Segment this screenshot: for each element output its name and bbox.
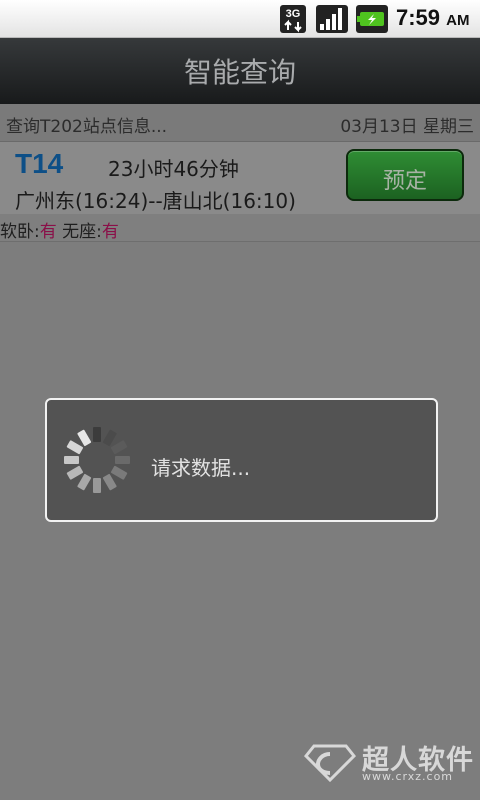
spinner-spoke xyxy=(66,440,84,455)
book-button-label: 预定 xyxy=(382,169,427,194)
spinner-spoke xyxy=(102,429,117,447)
seat-status: 有 xyxy=(39,222,57,242)
query-info-bar: 查询T202站点信息... 03月13日 星期三 xyxy=(0,104,480,142)
battery-charging-icon xyxy=(356,5,388,33)
diamond-logo-icon xyxy=(304,744,356,782)
loading-message: 请求数据... xyxy=(151,456,251,480)
travel-duration: 23小时46分钟 xyxy=(108,157,239,181)
loading-spinner-icon xyxy=(64,427,130,493)
page-title: 智能查询 xyxy=(183,56,296,89)
seat-type-label: 软卧: xyxy=(0,222,40,242)
clock: 7:59 AM xyxy=(396,5,470,31)
spinner-spoke xyxy=(66,465,84,480)
train-route: 广州东(16:24)--唐山北(16:10) xyxy=(15,189,296,213)
query-date: 03月13日 星期三 xyxy=(340,117,474,137)
train-list-item[interactable]: T14 23小时46分钟 广州东(16:24)--唐山北(16:10) 预定 xyxy=(0,142,480,214)
svg-text:3G: 3G xyxy=(286,8,301,20)
3g-data-icon: 3G xyxy=(280,5,306,33)
spinner-spoke xyxy=(115,456,130,464)
app-title-bar: 智能查询 xyxy=(0,38,480,104)
seat-availability-row: 软卧:有 无座:有 xyxy=(0,214,480,242)
watermark-url: www.crxz.com xyxy=(362,770,454,783)
watermark: 超人软件 www.crxz.com xyxy=(300,736,473,786)
spinner-spoke xyxy=(77,473,92,491)
spinner-spoke xyxy=(110,440,128,455)
book-button[interactable]: 预定 xyxy=(346,149,464,201)
query-station-info[interactable]: 查询T202站点信息... xyxy=(6,112,167,137)
signal-strength-icon xyxy=(316,5,348,33)
spinner-spoke xyxy=(102,473,117,491)
spinner-spoke xyxy=(93,427,101,442)
spinner-spoke xyxy=(110,465,128,480)
clock-time: 7:59 xyxy=(396,5,441,30)
seat-status: 有 xyxy=(101,222,119,242)
status-bar: 3G 7:59 AM xyxy=(0,0,480,38)
loading-dialog: 请求数据... xyxy=(45,398,438,522)
seat-type-label: 无座: xyxy=(62,222,102,242)
spinner-spoke xyxy=(77,429,92,447)
train-number: T14 xyxy=(15,148,64,179)
spinner-spoke xyxy=(93,478,101,493)
spinner-spoke xyxy=(64,456,79,464)
clock-ampm: AM xyxy=(446,12,470,29)
